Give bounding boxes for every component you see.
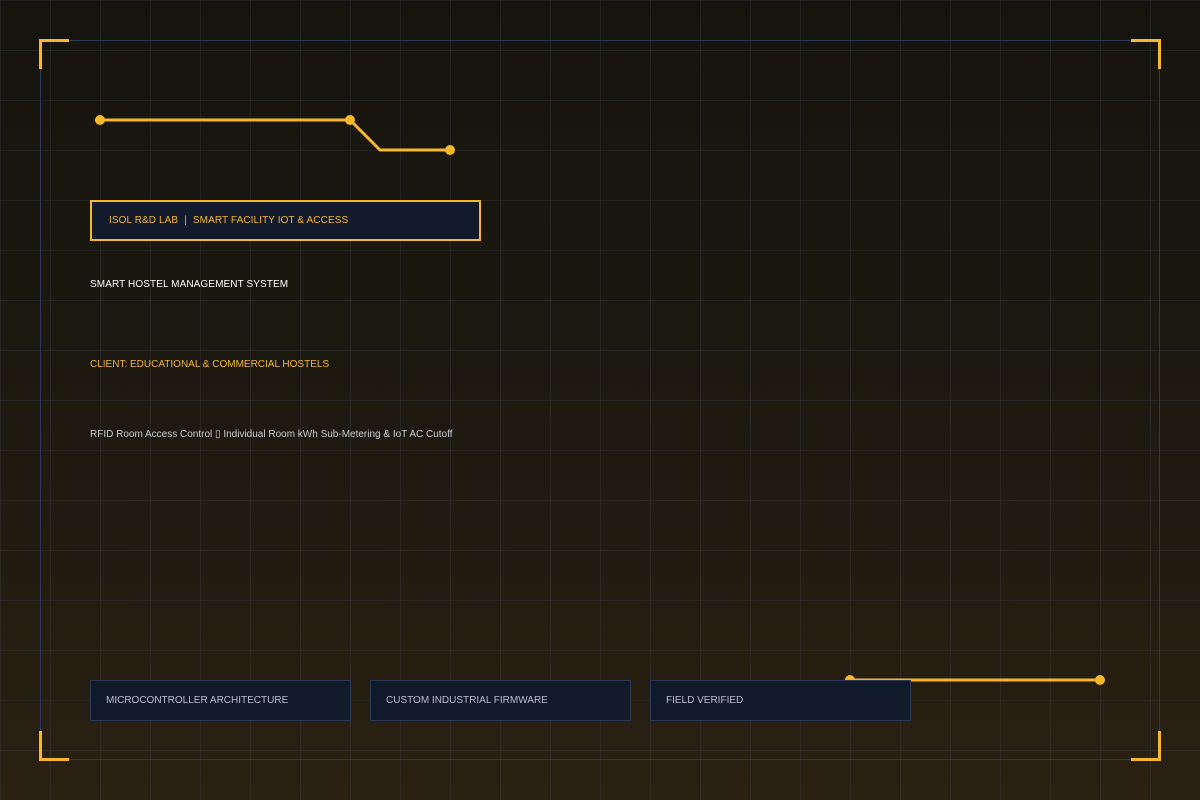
tag-field-verified: FIELD VERIFIED [650,680,911,721]
project-title: SMART HOSTEL MANAGEMENT SYSTEM [90,279,289,290]
corner-bracket-bottom-left [39,731,69,761]
feature-summary: RFID Room Access Control ▯ Individual Ro… [90,429,453,440]
badge-separator: | [184,215,187,226]
tag-custom-industrial-firmware: CUSTOM INDUSTRIAL FIRMWARE [370,680,631,721]
lab-name: ISOL R&D LAB [109,215,179,226]
division-name: SMART FACILITY IOT & ACCESS [192,215,349,226]
corner-bracket-bottom-right [1131,731,1161,761]
tag-label: CUSTOM INDUSTRIAL FIRMWARE [386,695,548,706]
outer-frame [40,40,1160,760]
corner-bracket-top-left [39,39,69,69]
tag-label: FIELD VERIFIED [666,695,744,706]
client-label: CLIENT: EDUCATIONAL & COMMERCIAL HOSTELS [90,359,330,370]
tag-label: MICROCONTROLLER ARCHITECTURE [106,695,289,706]
corner-bracket-top-right [1131,39,1161,69]
tag-microcontroller-architecture: MICROCONTROLLER ARCHITECTURE [90,680,351,721]
lab-badge: ISOL R&D LAB | SMART FACILITY IOT & ACCE… [90,200,481,241]
